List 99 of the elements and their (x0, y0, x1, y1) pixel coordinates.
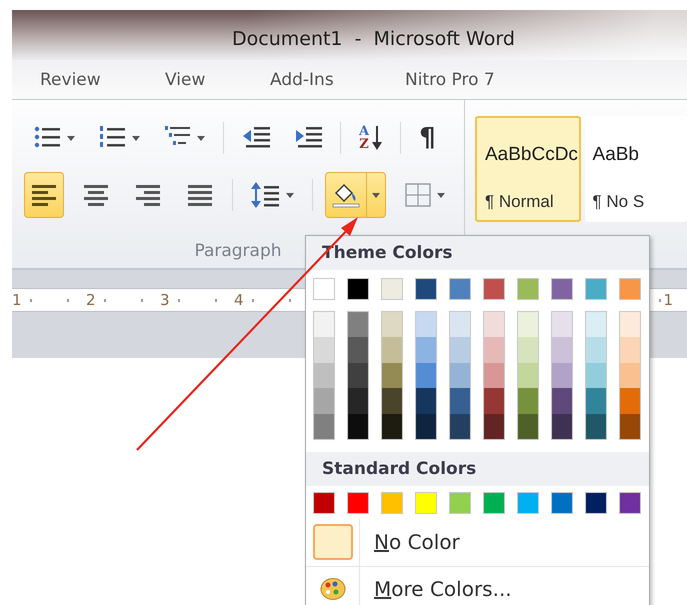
color-swatch[interactable] (484, 414, 504, 439)
color-swatch[interactable] (552, 414, 572, 439)
color-swatch[interactable] (483, 492, 505, 514)
color-swatch[interactable] (416, 312, 436, 338)
palette-icon (320, 576, 346, 601)
color-swatch[interactable] (517, 492, 539, 514)
color-swatch[interactable] (551, 492, 573, 514)
color-swatch[interactable] (552, 388, 572, 414)
style-card[interactable]: AaBbCcDc ¶ Normal (475, 116, 581, 222)
color-swatch[interactable] (347, 278, 369, 300)
color-swatch[interactable] (551, 278, 573, 300)
color-swatch[interactable] (585, 492, 607, 514)
color-swatch[interactable] (518, 414, 538, 439)
color-swatch[interactable] (620, 388, 640, 414)
color-swatch[interactable] (313, 278, 335, 300)
more-colors-item[interactable]: More Colors... (306, 566, 649, 605)
line-spacing-icon (251, 181, 281, 209)
color-swatch[interactable] (314, 362, 334, 388)
show-formatting-button[interactable]: ¶ (413, 121, 442, 155)
ruler-number: 1 (12, 291, 23, 309)
ruler-number: 3 (160, 291, 171, 309)
color-swatch[interactable] (382, 312, 402, 338)
color-swatch[interactable] (382, 388, 402, 414)
color-swatch[interactable] (314, 337, 334, 363)
color-swatch[interactable] (620, 414, 640, 439)
color-swatch[interactable] (382, 362, 402, 388)
color-swatch[interactable] (450, 388, 470, 414)
color-swatch[interactable] (449, 492, 471, 514)
color-swatch[interactable] (450, 312, 470, 338)
color-swatch[interactable] (416, 362, 436, 388)
color-swatch[interactable] (484, 337, 504, 363)
color-swatch[interactable] (416, 337, 436, 363)
color-swatch[interactable] (586, 414, 606, 439)
color-swatch[interactable] (518, 362, 538, 388)
color-swatch[interactable] (484, 362, 504, 388)
color-swatch[interactable] (381, 492, 403, 514)
paint-bucket-icon (332, 182, 360, 208)
color-swatch[interactable] (484, 312, 504, 338)
color-swatch[interactable] (314, 388, 334, 414)
color-swatch[interactable] (552, 362, 572, 388)
color-swatch[interactable] (483, 278, 505, 300)
color-swatch[interactable] (484, 388, 504, 414)
color-swatch[interactable] (517, 278, 539, 300)
color-swatch[interactable] (347, 492, 369, 514)
color-swatch[interactable] (586, 337, 606, 363)
color-swatch[interactable] (348, 312, 368, 338)
color-swatch[interactable] (415, 492, 437, 514)
down-arrow-icon (372, 125, 382, 151)
color-swatch[interactable] (382, 414, 402, 439)
ruler-number: 4 (234, 291, 245, 309)
window-title: Document1 - Microsoft Word (231, 27, 516, 50)
text-lines-icon (186, 182, 214, 208)
color-swatch[interactable] (416, 388, 436, 414)
color-swatch[interactable] (586, 388, 606, 414)
ribbon-tab[interactable]: Nitro Pro 7 (399, 66, 501, 94)
color-swatch[interactable] (552, 312, 572, 338)
color-swatch[interactable] (314, 312, 334, 338)
color-swatch[interactable] (450, 337, 470, 363)
color-swatch[interactable] (585, 278, 607, 300)
color-swatch[interactable] (348, 414, 368, 439)
no-color-item[interactable]: No Color (306, 518, 649, 567)
color-swatch[interactable] (415, 278, 437, 300)
color-swatch[interactable] (518, 337, 538, 363)
ruler-number: 1 (663, 291, 673, 309)
color-swatch[interactable] (620, 362, 640, 388)
color-swatch[interactable] (314, 414, 334, 439)
ruler-number: 2 (86, 291, 97, 309)
color-swatch[interactable] (313, 492, 335, 514)
text-lines-icon (30, 182, 58, 208)
align-left-button[interactable] (24, 172, 64, 218)
color-swatch[interactable] (586, 312, 606, 338)
shading-button[interactable] (325, 172, 386, 218)
section-header: Standard Colors (306, 452, 649, 486)
color-swatch[interactable] (416, 414, 436, 439)
color-swatch[interactable] (381, 278, 403, 300)
grid-icon (404, 182, 432, 208)
color-swatch[interactable] (619, 278, 641, 300)
color-swatch[interactable] (552, 337, 572, 363)
sort-button[interactable]: A Z (353, 121, 388, 155)
color-swatch[interactable] (620, 312, 640, 338)
color-swatch[interactable] (619, 492, 641, 514)
color-swatch[interactable] (449, 278, 471, 300)
ribbon-tab[interactable]: Add-Ins (264, 66, 399, 94)
group-label: Paragraph (194, 241, 282, 261)
text-lines-icon (134, 182, 162, 208)
text-lines-icon (82, 182, 110, 208)
color-swatch[interactable] (348, 337, 368, 363)
color-swatch[interactable] (518, 312, 538, 338)
style-card[interactable]: AaBb ¶ No S (584, 116, 687, 222)
color-swatch[interactable] (620, 337, 640, 363)
color-swatch[interactable] (382, 337, 402, 363)
ribbon-tab[interactable]: Review (34, 66, 159, 94)
color-swatch[interactable] (586, 362, 606, 388)
color-swatch[interactable] (450, 362, 470, 388)
color-swatch[interactable] (348, 388, 368, 414)
color-swatch[interactable] (450, 414, 470, 439)
color-swatch[interactable] (518, 388, 538, 414)
color-swatch[interactable] (348, 362, 368, 388)
ribbon-tab[interactable]: View (159, 66, 264, 94)
